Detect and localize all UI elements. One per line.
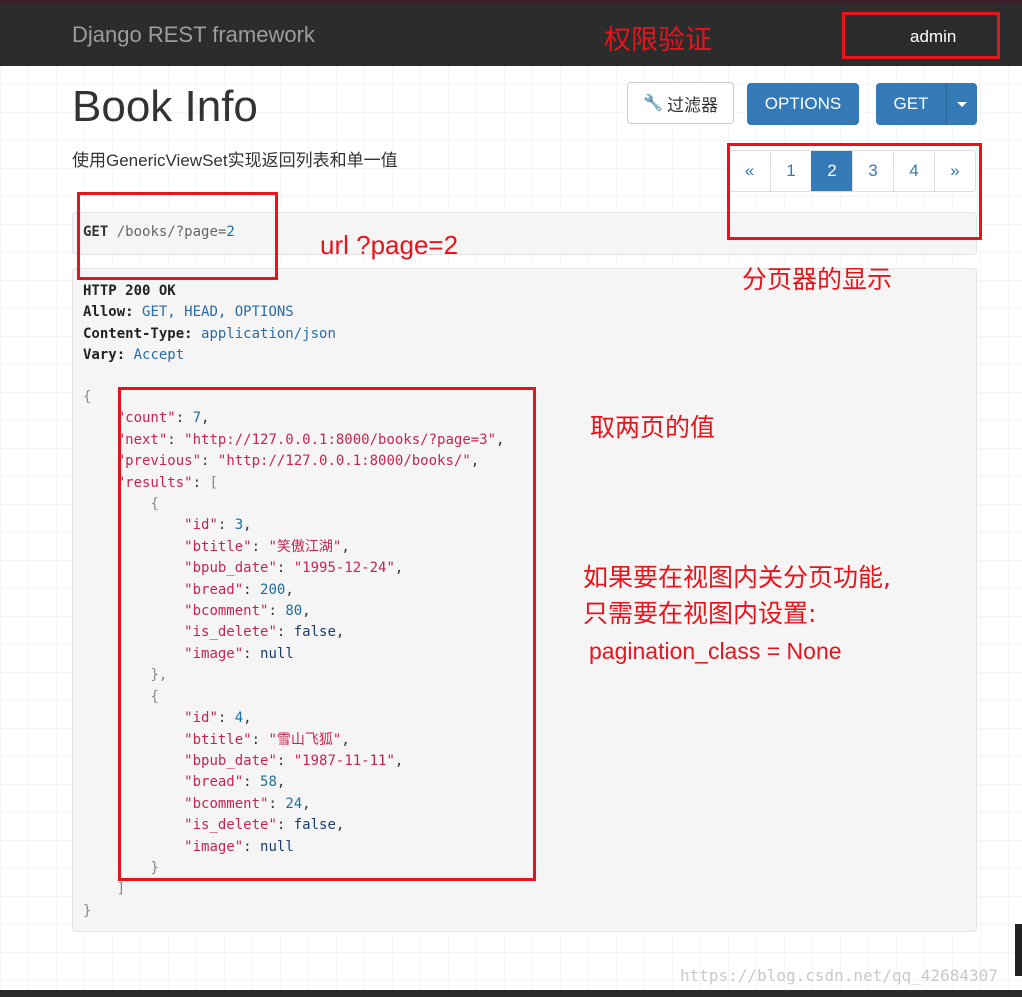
annotation-code: pagination_class = None [589,638,842,664]
caret-down-icon [957,101,967,107]
annotation-box-pagination [727,143,982,240]
annotation-paginator: 分页器的显示 [742,265,893,294]
header-name: Content-Type: [83,325,193,342]
page-title: Book Info [72,82,258,131]
filter-button[interactable]: 🔧 过滤器 [627,82,734,124]
annotation-url: url ?page=2 [320,230,459,260]
page-description: 使用GenericViewSet实现返回列表和单一值 [72,151,398,170]
response-status: HTTP 200 OK [83,283,176,299]
annotation-auth: 权限验证 [604,25,712,56]
header-value: application/json [201,325,336,342]
scrollbar-thumb[interactable] [1015,924,1022,976]
bottom-bar [0,990,1022,997]
filter-label: 过滤器 [666,95,718,115]
wrench-icon: 🔧 [643,95,663,112]
annotation-box-url [77,192,278,280]
options-button[interactable]: OPTIONS [747,83,859,125]
header-value: Accept [133,347,185,364]
annotation-box-admin [842,12,1000,59]
annotation-two-pages: 取两页的值 [590,413,716,442]
annotation-disable-line1: 如果要在视图内关分页功能, [583,563,891,592]
header-name: Allow: [83,304,134,321]
annotation-disable-line2: 只需要在视图内设置: [583,599,817,628]
get-button[interactable]: GET [876,83,946,125]
response-headers: HTTP 200 OK Allow: GET, HEAD, OPTIONS Co… [83,281,336,367]
annotation-box-json [118,387,536,881]
header-value: GET, HEAD, OPTIONS [142,304,294,321]
header-name: Vary: [83,347,126,364]
get-format-dropdown[interactable] [946,83,977,125]
watermark: https://blog.csdn.net/qq_42684307 [680,966,998,985]
brand-link[interactable]: Django REST framework [72,22,315,48]
